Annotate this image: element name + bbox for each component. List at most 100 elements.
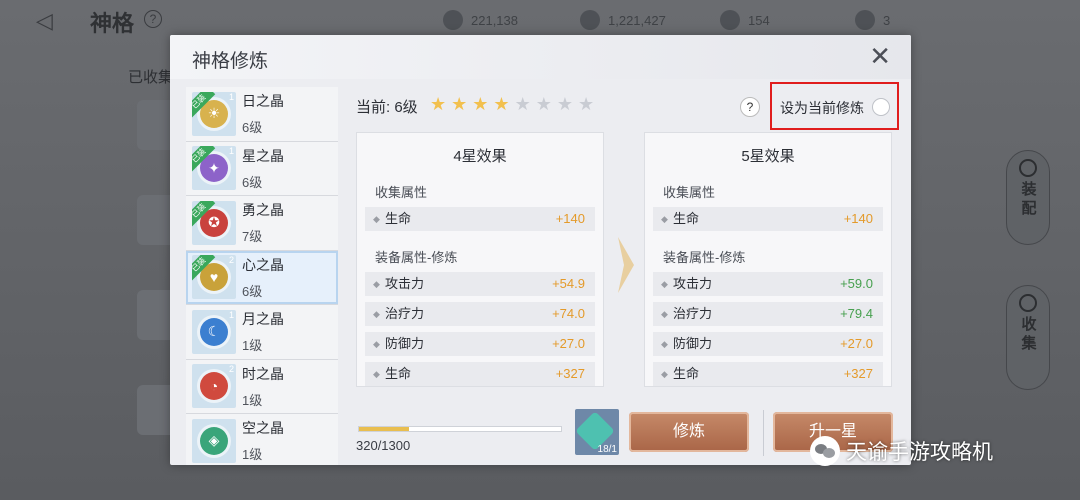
crystal-level: 1级 [242, 392, 263, 408]
currency-coin: 1,221,427 [580, 10, 666, 30]
bullet-icon: ◆ [373, 339, 380, 349]
material-count: 18/1 [597, 444, 617, 455]
crystal-icon: ☾ 1 [192, 309, 236, 354]
effect-panel-current: 4星效果 收集属性 ◆ 生命 +140 装备属性-修炼 ◆ 攻击力 +54.9 ◆ 治疗力 +74.0… [356, 132, 604, 387]
currency-crystal: 221,138 [443, 10, 518, 30]
collect-section-title: 收集属性 [375, 185, 428, 200]
close-icon[interactable]: ✕ [869, 43, 891, 69]
crystal-icon: ◔ 2 [192, 364, 236, 409]
set-current-label: 设为当前修炼 [780, 100, 864, 116]
crystal-list-item[interactable]: ◈ 空之晶 1级 [186, 414, 338, 465]
stat-value: +79.4 [840, 306, 873, 321]
exp-progress-fill [359, 427, 409, 431]
stat-value: +54.9 [552, 276, 585, 291]
stat-name: 防御力 [673, 336, 713, 351]
target-icon [1019, 294, 1037, 312]
stat-row: ◆ 治疗力 +79.4 [653, 302, 883, 326]
stat-name: 生命 [385, 211, 412, 226]
crystal-list-item[interactable]: ✪ 已装 勇之晶 7级 [186, 196, 338, 251]
collected-label: 已收集 [128, 69, 174, 86]
currency-token: 3 [855, 10, 890, 30]
gem-icon [720, 10, 740, 30]
cultivation-dialog: 神格修炼 ✕ ☀ 已装 1 日之晶 6级 ✦ 已装 1 星之晶 6级 ✪ 已装 勇之晶 7级 ♥ 已装 2 心之晶… [170, 35, 911, 465]
stat-row: ◆ 攻击力 +54.9 [365, 272, 595, 296]
crystal-list-item[interactable]: ◔ 2 时之晶 1级 [186, 360, 338, 414]
stat-value: +327 [843, 366, 873, 381]
effect-panel-next: 5星效果 收集属性 ◆ 生命 +140 装备属性-修炼 ◆ 攻击力 +59.0 ◆ 治疗力 +79.4… [644, 132, 892, 387]
bullet-icon: ◆ [373, 369, 380, 379]
stat-value: +27.0 [840, 336, 873, 351]
set-current-radio[interactable] [872, 98, 890, 116]
bullet-icon: ◆ [661, 339, 668, 349]
button-divider [763, 410, 764, 456]
star-icon: ★ [577, 94, 595, 114]
star-icon: ★ [514, 94, 531, 114]
stat-value: +27.0 [552, 336, 585, 351]
set-current-option[interactable]: 设为当前修炼 [770, 82, 899, 130]
crystal-name: 空之晶 [242, 420, 284, 437]
stat-name: 治疗力 [385, 306, 425, 321]
star-rating: ★ ★ ★ ★ ★ ★ ★ ★ [430, 95, 594, 113]
stat-name: 攻击力 [385, 276, 425, 291]
star-icon: ★ [493, 94, 510, 114]
help-icon[interactable]: ? [740, 97, 760, 117]
stat-name: 生命 [673, 366, 700, 381]
crystal-list-item[interactable]: ☀ 已装 1 日之晶 6级 [186, 87, 338, 142]
chevron-right-icon [618, 237, 634, 293]
crystal-name: 月之晶 [242, 311, 284, 328]
crystal-name: 星之晶 [242, 147, 284, 164]
crystal-level: 1级 [242, 338, 263, 354]
stat-name: 攻击力 [673, 276, 713, 291]
crystal-icon: ◈ [192, 418, 236, 463]
watermark-text: 天谕手游攻略机 [846, 441, 993, 464]
crystal-name: 勇之晶 [242, 202, 284, 219]
crystal-gem-icon: ◔ [200, 372, 228, 401]
rank-corner: 2 [228, 255, 234, 266]
star-icon: ★ [535, 94, 552, 114]
assemble-button[interactable]: 装配 [1006, 150, 1050, 245]
stat-value: +140 [555, 211, 585, 226]
star-icon: ★ [472, 94, 489, 114]
bullet-icon: ◆ [373, 279, 380, 289]
stat-value: +140 [843, 211, 873, 226]
crystal-list-item[interactable]: ♥ 已装 2 心之晶 6级 [186, 250, 338, 305]
effect-title: 4星效果 [453, 148, 507, 165]
bullet-icon: ◆ [661, 214, 668, 224]
star-icon: ★ [451, 94, 468, 114]
stat-value: +327 [555, 366, 585, 381]
stat-row: ◆ 治疗力 +74.0 [365, 302, 595, 326]
crystal-icon: ✦ 已装 1 [192, 146, 236, 191]
exp-progress-text: 320/1300 [356, 438, 411, 453]
back-icon[interactable]: ◁ [36, 8, 66, 36]
crystal-list-item[interactable]: ☾ 1 月之晶 1级 [186, 305, 338, 360]
watermark: 天谕手游攻略机 [810, 436, 993, 466]
stat-name: 防御力 [385, 336, 425, 351]
dialog-title: 神格修炼 [192, 51, 269, 72]
crystal-level: 1级 [242, 447, 263, 463]
rank-corner: 1 [228, 309, 234, 320]
bullet-icon: ◆ [661, 369, 668, 379]
exp-progress-bar [358, 426, 562, 432]
current-level: 当前: 6级 [356, 99, 418, 116]
crystal-list[interactable]: ☀ 已装 1 日之晶 6级 ✦ 已装 1 星之晶 6级 ✪ 已装 勇之晶 7级 ♥ 已装 2 心之晶 6级 ☾ 1 月之晶… [186, 87, 338, 465]
crystal-gem-icon: ◈ [200, 426, 228, 455]
stat-row: ◆ 防御力 +27.0 [365, 332, 595, 356]
coin-icon [580, 10, 600, 30]
collect-button[interactable]: 收集 [1006, 285, 1050, 390]
collect-label: 收集 [1019, 316, 1037, 354]
star-icon: ★ [556, 94, 573, 114]
crystal-list-item[interactable]: ✦ 已装 1 星之晶 6级 [186, 142, 338, 196]
stat-value: +59.0 [840, 276, 873, 291]
stat-row: ◆ 攻击力 +59.0 [653, 272, 883, 296]
page-title: 神格 [90, 11, 135, 36]
bullet-icon: ◆ [373, 214, 380, 224]
stat-row: ◆ 生命 +327 [365, 362, 595, 386]
cultivate-button[interactable]: 修炼 [629, 412, 749, 452]
equip-section-title: 装备属性-修炼 [663, 250, 746, 265]
bullet-icon: ◆ [373, 309, 380, 319]
stat-row: ◆ 生命 +140 [653, 207, 883, 231]
help-icon[interactable]: ? [144, 10, 162, 28]
crystal-name: 时之晶 [242, 365, 284, 382]
crystal-icon [443, 10, 463, 30]
material-slot[interactable]: 18/1 [575, 409, 619, 455]
